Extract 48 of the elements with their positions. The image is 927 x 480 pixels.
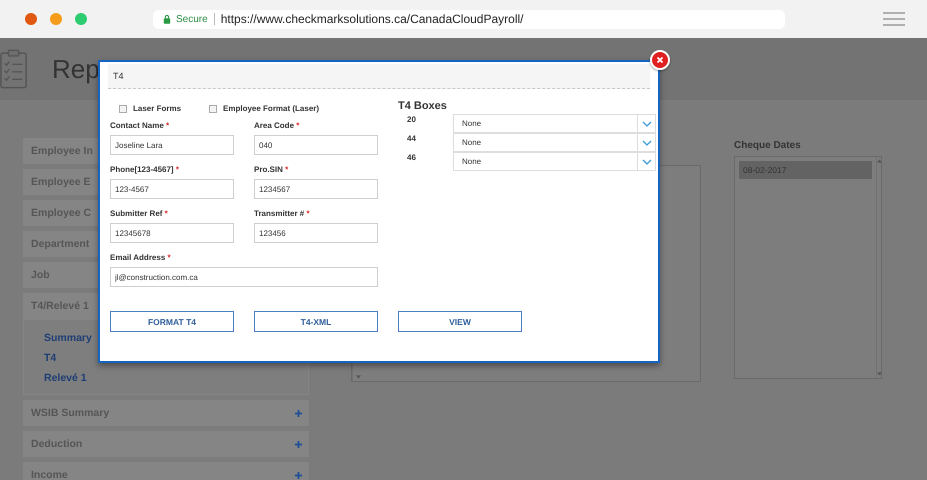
chevron-down-icon bbox=[642, 140, 652, 146]
field-label: Submitter Ref * bbox=[110, 209, 169, 218]
field-label: Pro.SIN * bbox=[254, 165, 290, 174]
checkbox[interactable]: Laser Forms bbox=[119, 104, 182, 113]
plus-icon bbox=[295, 472, 302, 478]
minimize-window-icon[interactable] bbox=[50, 13, 62, 25]
input-field[interactable]: 123456 bbox=[254, 223, 378, 243]
chevron-down-icon bbox=[642, 120, 652, 126]
input-field[interactable]: 123-4567 bbox=[110, 179, 234, 199]
action-button[interactable]: VIEW bbox=[398, 311, 522, 332]
field-label: Transmitter # * bbox=[254, 209, 311, 218]
scroll-up-icon[interactable] bbox=[877, 159, 882, 163]
menu-icon[interactable] bbox=[883, 12, 905, 26]
dropdown[interactable]: None bbox=[453, 133, 656, 152]
scroll-down-icon[interactable] bbox=[877, 372, 882, 376]
address-bar[interactable]: Secure https://www.checkmarksolutions.ca/CanadaCloudPayroll/ bbox=[153, 10, 785, 28]
box-code: 20 bbox=[406, 114, 417, 126]
dropdown[interactable]: None bbox=[453, 152, 656, 171]
field-label: Phone[123-4567] * bbox=[110, 165, 180, 174]
input-field[interactable]: 1234567 bbox=[254, 179, 378, 199]
field-label: Area Code * bbox=[254, 121, 300, 130]
field-label: Contact Name * bbox=[110, 121, 170, 130]
close-icon bbox=[656, 56, 664, 64]
action-button[interactable]: FORMAT T4 bbox=[110, 311, 234, 332]
plus-icon bbox=[295, 440, 302, 448]
input-field[interactable]: 12345678 bbox=[110, 223, 234, 243]
maximize-window-icon[interactable] bbox=[75, 13, 87, 25]
field-label: Email Address * bbox=[110, 253, 172, 262]
list-heading: Cheque Dates bbox=[734, 140, 802, 151]
plus-icon bbox=[295, 410, 302, 416]
dialog-title: T4 bbox=[108, 64, 650, 89]
dropdown[interactable]: None bbox=[453, 114, 656, 133]
box-code: 44 bbox=[406, 133, 417, 145]
input-field[interactable]: Joseline Lara bbox=[110, 135, 234, 155]
checkbox[interactable]: Employee Format (Laser) bbox=[209, 104, 320, 113]
action-button[interactable]: T4-XML bbox=[254, 311, 378, 332]
box-code: 46 bbox=[406, 152, 417, 164]
url-text: https://www.checkmarksolutions.ca/CanadaCloudPayroll/ bbox=[220, 12, 524, 26]
scrollbar[interactable] bbox=[876, 157, 882, 378]
secure-label: Secure bbox=[176, 14, 208, 24]
section-title: T4 Boxes bbox=[398, 100, 448, 112]
input-field[interactable]: 040 bbox=[254, 135, 378, 155]
page-title: Rep bbox=[52, 54, 100, 84]
chevron-down-icon bbox=[642, 158, 652, 164]
close-window-icon[interactable] bbox=[25, 13, 37, 25]
scroll-down-icon[interactable] bbox=[356, 375, 361, 379]
input-field[interactable]: jl@construction.com.ca bbox=[110, 267, 378, 287]
lock-icon bbox=[163, 14, 171, 24]
